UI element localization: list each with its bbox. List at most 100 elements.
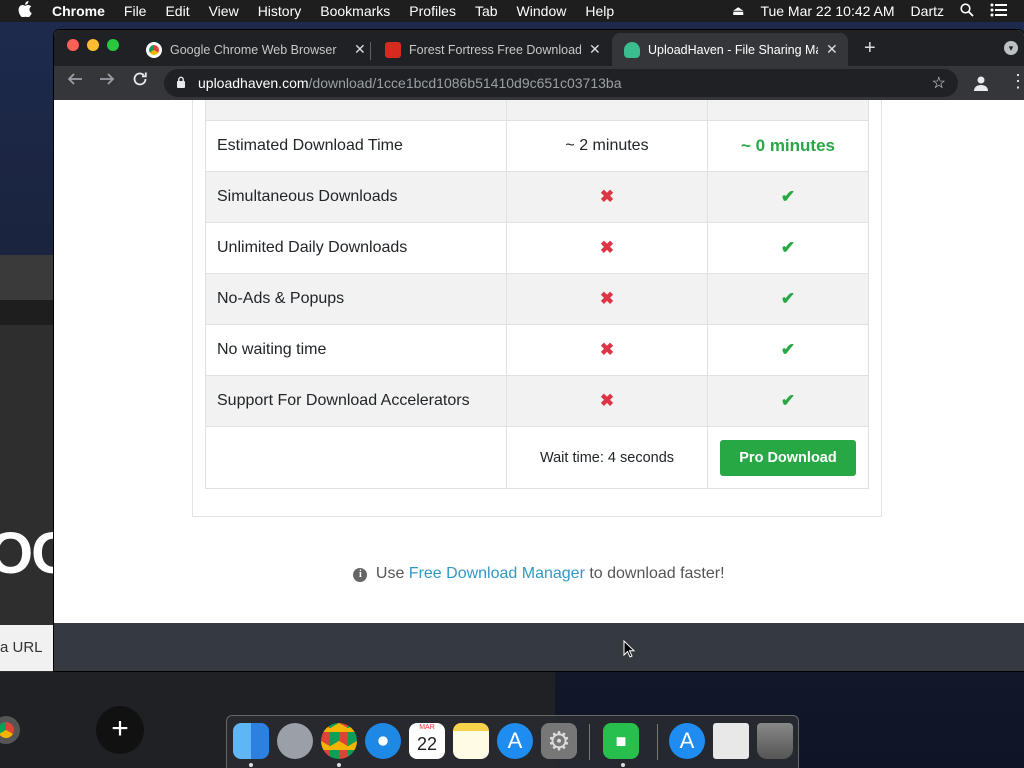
menubar-clock[interactable]: Tue Mar 22 10:42 AM bbox=[760, 3, 894, 19]
browser-toolbar: uploadhaven.com/download/1cce1bcd1086b51… bbox=[54, 66, 1024, 100]
check-icon: ✔ bbox=[780, 289, 796, 308]
download-manager-tip: i Use Free Download Manager to download … bbox=[54, 565, 1024, 583]
table-row: Estimated Download Time ~ 2 minutes ~ 0 … bbox=[205, 120, 869, 172]
app-store-icon[interactable]: A bbox=[497, 723, 533, 759]
table-row: No waiting time ✖ ✔ bbox=[205, 324, 869, 376]
menu-bar: Chrome File Edit View History Bookmarks … bbox=[0, 0, 1024, 22]
menu-tab[interactable]: Tab bbox=[475, 3, 498, 19]
menu-app-name[interactable]: Chrome bbox=[52, 3, 105, 19]
tab-title: Google Chrome Web Browser bbox=[170, 42, 337, 57]
spotlight-search-icon[interactable] bbox=[960, 2, 974, 20]
table-row: Wait time: 4 seconds Pro Download bbox=[205, 426, 869, 489]
page-content: Estimated Download Time ~ 2 minutes ~ 0 … bbox=[54, 100, 1024, 623]
check-icon: ✔ bbox=[780, 391, 796, 410]
menu-history[interactable]: History bbox=[258, 3, 302, 19]
tab-google-chrome[interactable]: Google Chrome Web Browser ✕ bbox=[134, 33, 370, 66]
menu-help[interactable]: Help bbox=[585, 3, 614, 19]
free-download-manager-link[interactable]: Free Download Manager bbox=[409, 565, 585, 582]
tab-uploadhaven[interactable]: UploadHaven - File Sharing Made ✕ bbox=[612, 33, 848, 66]
close-tab-icon[interactable]: ✕ bbox=[589, 41, 601, 58]
safari-icon[interactable] bbox=[365, 723, 401, 759]
pro-download-time: ~ 0 minutes bbox=[707, 120, 869, 172]
menu-edit[interactable]: Edit bbox=[165, 3, 189, 19]
chrome-icon bbox=[146, 41, 162, 58]
free-download-time: ~ 2 minutes bbox=[506, 120, 708, 172]
calendar-month: MAR bbox=[419, 724, 435, 731]
dock: MAR 22 A ⚙ ■ A bbox=[226, 715, 799, 768]
feature-label: No-Ads & Popups bbox=[205, 273, 507, 325]
game-icon bbox=[385, 41, 401, 58]
document-icon[interactable] bbox=[713, 723, 749, 759]
tip-prefix: Use bbox=[375, 565, 405, 582]
cloud-icon bbox=[624, 41, 640, 58]
feature-label: Simultaneous Downloads bbox=[205, 171, 507, 223]
menu-view[interactable]: View bbox=[209, 3, 239, 19]
table-row bbox=[205, 100, 869, 121]
cross-icon: ✖ bbox=[599, 289, 615, 308]
calendar-icon[interactable]: MAR 22 bbox=[409, 723, 445, 759]
page-footer bbox=[54, 623, 1024, 671]
background-url-fragment: a URL bbox=[0, 625, 60, 671]
tab-title: Forest Fortress Free Download bbox=[409, 42, 581, 57]
tab-search-icon[interactable]: ▾ bbox=[1004, 41, 1018, 55]
minimize-window-button[interactable] bbox=[87, 39, 99, 51]
close-window-button[interactable] bbox=[67, 39, 79, 51]
cross-icon: ✖ bbox=[599, 238, 615, 257]
apple-menu-icon[interactable] bbox=[18, 1, 38, 21]
url-path: /download/1cce1bcd1086b51410d9c651c03713… bbox=[308, 75, 622, 91]
feature-label: No waiting time bbox=[205, 324, 507, 376]
menu-bookmarks[interactable]: Bookmarks bbox=[320, 3, 390, 19]
background-window: OO a URL bbox=[0, 255, 76, 675]
control-center-icon[interactable] bbox=[990, 3, 1008, 20]
trash-icon[interactable] bbox=[757, 723, 793, 759]
browser-window: Google Chrome Web Browser ✕ Forest Fortr… bbox=[54, 30, 1024, 671]
add-button[interactable]: + bbox=[96, 706, 144, 754]
bookmark-star-icon[interactable]: ☆ bbox=[932, 73, 946, 93]
close-tab-icon[interactable]: ✕ bbox=[354, 41, 366, 58]
menu-profiles[interactable]: Profiles bbox=[409, 3, 456, 19]
feature-label: Unlimited Daily Downloads bbox=[205, 222, 507, 274]
profile-icon[interactable] bbox=[973, 75, 989, 91]
table-row: No-Ads & Popups ✖ ✔ bbox=[205, 273, 869, 325]
launchpad-icon[interactable] bbox=[277, 723, 313, 759]
back-arrow-icon[interactable] bbox=[67, 71, 83, 92]
more-options-icon[interactable]: ⋮ bbox=[1009, 71, 1024, 92]
check-icon: ✔ bbox=[780, 238, 796, 257]
maximize-window-button[interactable] bbox=[107, 39, 119, 51]
menu-file[interactable]: File bbox=[124, 3, 147, 19]
url-domain: uploadhaven.com bbox=[198, 75, 309, 91]
tip-suffix: to download faster! bbox=[589, 565, 725, 582]
facetime-icon[interactable]: ■ bbox=[603, 723, 639, 759]
table-row: Simultaneous Downloads ✖ ✔ bbox=[205, 171, 869, 223]
lock-icon[interactable] bbox=[176, 76, 186, 91]
notes-icon[interactable] bbox=[453, 723, 489, 759]
eject-icon[interactable]: ⏏ bbox=[732, 3, 744, 19]
cross-icon: ✖ bbox=[599, 187, 615, 206]
check-icon: ✔ bbox=[780, 187, 796, 206]
new-tab-button[interactable]: + bbox=[864, 37, 876, 60]
plan-comparison-table: Estimated Download Time ~ 2 minutes ~ 0 … bbox=[205, 100, 869, 489]
menubar-user[interactable]: Dartz bbox=[911, 3, 944, 19]
tab-forest-fortress[interactable]: Forest Fortress Free Download ✕ bbox=[373, 33, 609, 66]
info-icon: i bbox=[353, 568, 368, 582]
system-preferences-icon[interactable]: ⚙ bbox=[541, 723, 577, 759]
wait-time-text: Wait time: 4 seconds bbox=[506, 426, 708, 489]
cross-icon: ✖ bbox=[599, 340, 615, 359]
address-bar[interactable]: uploadhaven.com/download/1cce1bcd1086b51… bbox=[164, 69, 958, 97]
finder-icon[interactable] bbox=[233, 723, 269, 759]
mouse-cursor-icon bbox=[623, 640, 635, 658]
tab-strip: Google Chrome Web Browser ✕ Forest Fortr… bbox=[54, 30, 1024, 66]
forward-arrow-icon[interactable] bbox=[99, 71, 115, 92]
feature-label: Estimated Download Time bbox=[205, 120, 507, 172]
pro-download-button[interactable]: Pro Download bbox=[720, 439, 856, 476]
cross-icon: ✖ bbox=[599, 391, 615, 410]
reload-icon[interactable] bbox=[132, 71, 148, 92]
applications-folder-icon[interactable]: A bbox=[669, 723, 705, 759]
chrome-icon[interactable] bbox=[321, 723, 357, 759]
close-tab-icon[interactable]: ✕ bbox=[826, 41, 838, 58]
table-row: Support For Download Accelerators ✖ ✔ bbox=[205, 375, 869, 427]
tab-title: UploadHaven - File Sharing Made bbox=[648, 42, 818, 57]
menu-window[interactable]: Window bbox=[517, 3, 567, 19]
table-row: Unlimited Daily Downloads ✖ ✔ bbox=[205, 222, 869, 274]
feature-label: Support For Download Accelerators bbox=[205, 375, 507, 427]
